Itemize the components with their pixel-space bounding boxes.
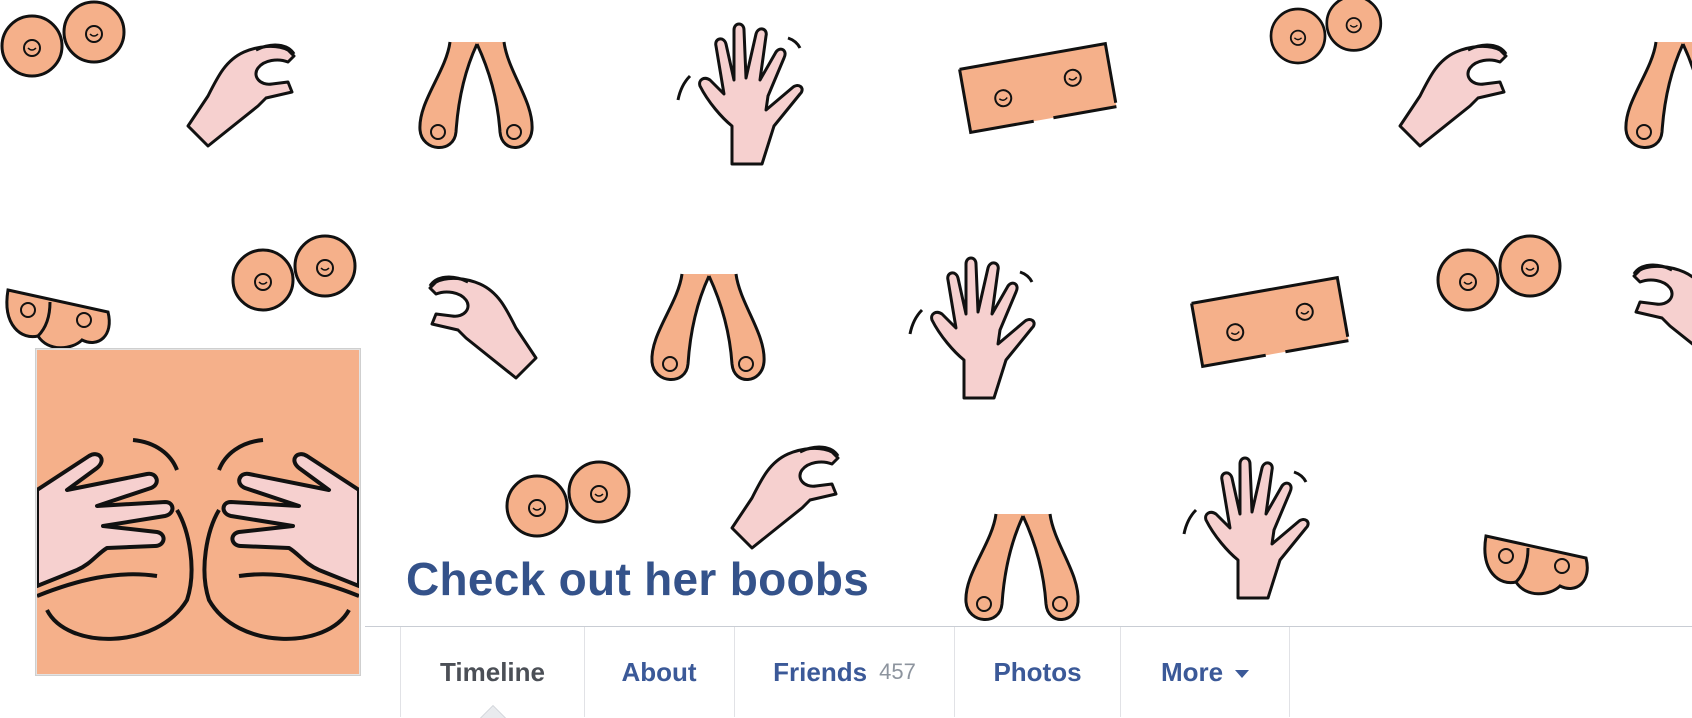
breasts-hanging-icon [1624,40,1692,150]
tab-label: Timeline [439,656,545,687]
profile-picture[interactable] [36,349,360,675]
breasts-rectangle-icon [1190,276,1350,368]
tab-about[interactable]: About [584,627,735,717]
tab-label: Friends [773,656,868,687]
waving-hand-icon [908,256,1036,400]
breasts-round-icon [0,0,126,78]
pinching-hand-icon [730,445,840,550]
tab-label: About [621,656,697,687]
breasts-hanging-icon [650,272,766,382]
tab-label: Photos [993,656,1082,687]
hands-covering-breasts-icon [37,350,359,674]
pinching-hand-icon [186,43,296,148]
breasts-round-icon [505,460,631,538]
breasts-rectangle-icon [958,42,1118,134]
breasts-round-icon [1436,234,1562,312]
tab-photos[interactable]: Photos [955,627,1121,717]
pinching-hand-icon [1632,263,1692,368]
friends-count: 457 [879,659,916,684]
active-tab-indicator-fill [480,706,505,718]
pinching-hand-icon [1398,43,1508,148]
breasts-round-icon [5,288,111,350]
pinching-hand-icon [428,275,538,380]
profile-nav-bar: Timeline About Friends 457 Photos More [365,626,1692,718]
tab-more[interactable]: More [1121,627,1290,717]
waving-hand-icon [1182,456,1310,600]
breasts-hanging-icon [418,40,534,150]
profile-name[interactable]: Check out her boobs [406,552,869,606]
tab-friends[interactable]: Friends 457 [735,627,955,717]
waving-hand-icon [676,22,804,166]
tab-timeline[interactable]: Timeline [400,627,585,718]
breasts-round-icon [1483,534,1589,596]
tab-label: More [1160,656,1224,687]
chevron-down-icon [1235,669,1250,678]
breasts-round-icon [231,234,357,312]
breasts-hanging-icon [964,512,1080,622]
breasts-round-icon [1269,0,1383,65]
